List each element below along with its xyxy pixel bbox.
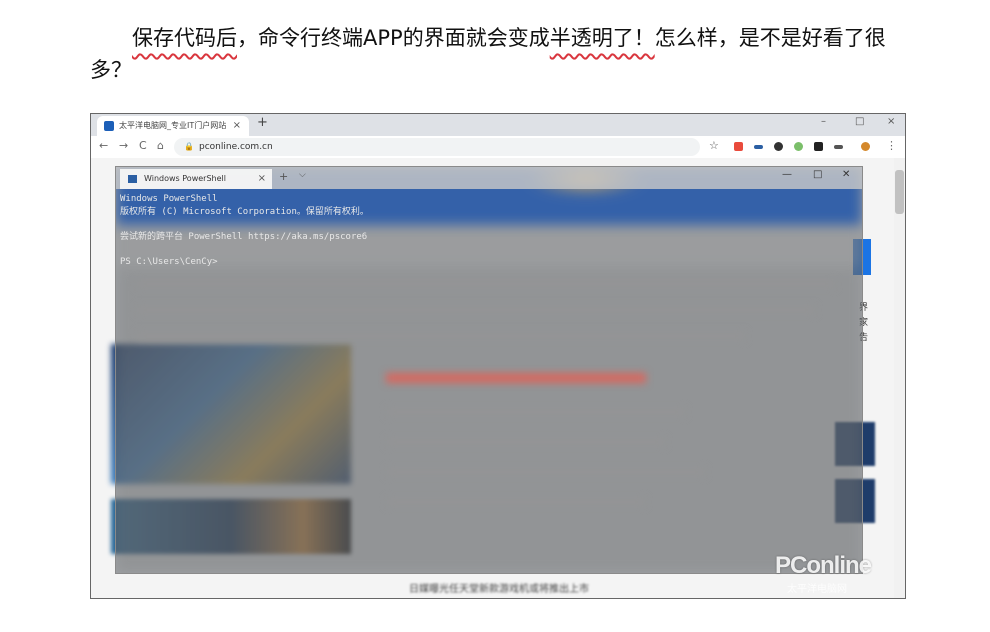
watermark-subtitle: 太平洋电脑网: [787, 584, 847, 595]
reload-icon[interactable]: C: [139, 139, 147, 152]
close-tab-icon[interactable]: ×: [258, 169, 266, 189]
close-tab-icon[interactable]: ×: [233, 116, 241, 136]
page-scrollbar[interactable]: [894, 158, 905, 598]
pconline-watermark: PConline: [775, 552, 872, 579]
powershell-titlebar[interactable]: Windows PowerShell × + ⌵ — □ ✕: [116, 167, 862, 189]
blurred-content: [386, 437, 666, 447]
maximize-icon[interactable]: □: [855, 116, 864, 127]
browser-tab-title: 太平洋电脑网_专业IT门户网站: [119, 121, 227, 130]
terminal-line: 版权所有 (C) Microsoft Corporation。保留所有权利。: [120, 206, 369, 217]
blurred-content: [136, 279, 836, 289]
blurred-content: [136, 331, 746, 341]
address-bar[interactable]: 🔒 pconline.com.cn: [174, 138, 700, 156]
profile-avatar[interactable]: [861, 142, 870, 151]
scrollbar-thumb[interactable]: [895, 170, 904, 214]
screenshot-figure: 太平洋电脑网_专业IT门户网站 × + – □ × ← → C ⌂ 🔒 pcon…: [90, 113, 906, 599]
blurred-content: [386, 407, 686, 417]
lock-icon: 🔒: [184, 142, 194, 151]
minimize-icon[interactable]: –: [821, 116, 826, 127]
new-tab-button[interactable]: +: [279, 170, 288, 183]
browser-toolbar: ← → C ⌂ 🔒 pconline.com.cn ☆ ⋮: [91, 136, 905, 158]
powershell-tab[interactable]: Windows PowerShell ×: [120, 169, 272, 189]
blurred-headline: [386, 373, 646, 383]
extension-icon[interactable]: [794, 142, 803, 151]
extension-icon[interactable]: [834, 145, 843, 149]
blurred-content: [386, 467, 706, 477]
browser-tab-strip: 太平洋电脑网_专业IT门户网站 × + – □ ×: [91, 114, 905, 136]
address-url: pconline.com.cn: [199, 142, 273, 152]
article-text: ，命令行终端APP的界面就会变成: [237, 26, 550, 50]
extension-icon[interactable]: [814, 142, 823, 151]
close-window-icon[interactable]: ×: [887, 116, 895, 127]
back-icon[interactable]: ←: [99, 139, 108, 152]
powershell-tab-title: Windows PowerShell: [144, 174, 226, 183]
highlight-translucent: 半透明了！: [549, 26, 655, 50]
new-tab-button[interactable]: +: [257, 115, 268, 130]
terminal-prompt[interactable]: PS C:\Users\CenCy>: [120, 256, 369, 269]
maximize-icon[interactable]: □: [813, 169, 822, 180]
terminal-line: ​: [120, 218, 369, 231]
terminal-output[interactable]: Windows PowerShell 版权所有 (C) Microsoft Cor…: [120, 193, 369, 268]
extension-icon[interactable]: [734, 142, 743, 151]
site-favicon-icon: [104, 121, 114, 131]
minimize-icon[interactable]: —: [782, 169, 792, 180]
terminal-line: 尝试新的跨平台 PowerShell https://aka.ms/pscore…: [120, 231, 368, 242]
close-icon[interactable]: ✕: [842, 169, 850, 180]
article-paragraph: 保存代码后，命令行终端APP的界面就会变成半透明了！怎么样，是不是好看了很多？: [90, 22, 910, 86]
bookmark-star-icon[interactable]: ☆: [709, 139, 719, 152]
terminal-line: Windows PowerShell: [120, 194, 218, 204]
browser-tab[interactable]: 太平洋电脑网_专业IT门户网站 ×: [97, 116, 249, 136]
blurred-content: [136, 305, 816, 315]
news-headline: 日媒曝光任天堂新款游戏机或将推出上市: [409, 584, 589, 595]
highlight-save-code: 保存代码后: [132, 26, 237, 50]
extension-icon[interactable]: [774, 142, 783, 151]
terminal-line: ​: [120, 243, 369, 256]
browser-menu-icon[interactable]: ⋮: [886, 139, 897, 152]
blurred-content: [386, 497, 646, 507]
powershell-icon: [128, 175, 137, 183]
chevron-down-icon[interactable]: ⌵: [299, 170, 306, 180]
forward-icon[interactable]: →: [119, 139, 128, 152]
extension-icon[interactable]: [754, 145, 763, 149]
home-icon[interactable]: ⌂: [157, 139, 164, 152]
powershell-window[interactable]: Windows PowerShell × + ⌵ — □ ✕ Windows P…: [115, 166, 863, 574]
